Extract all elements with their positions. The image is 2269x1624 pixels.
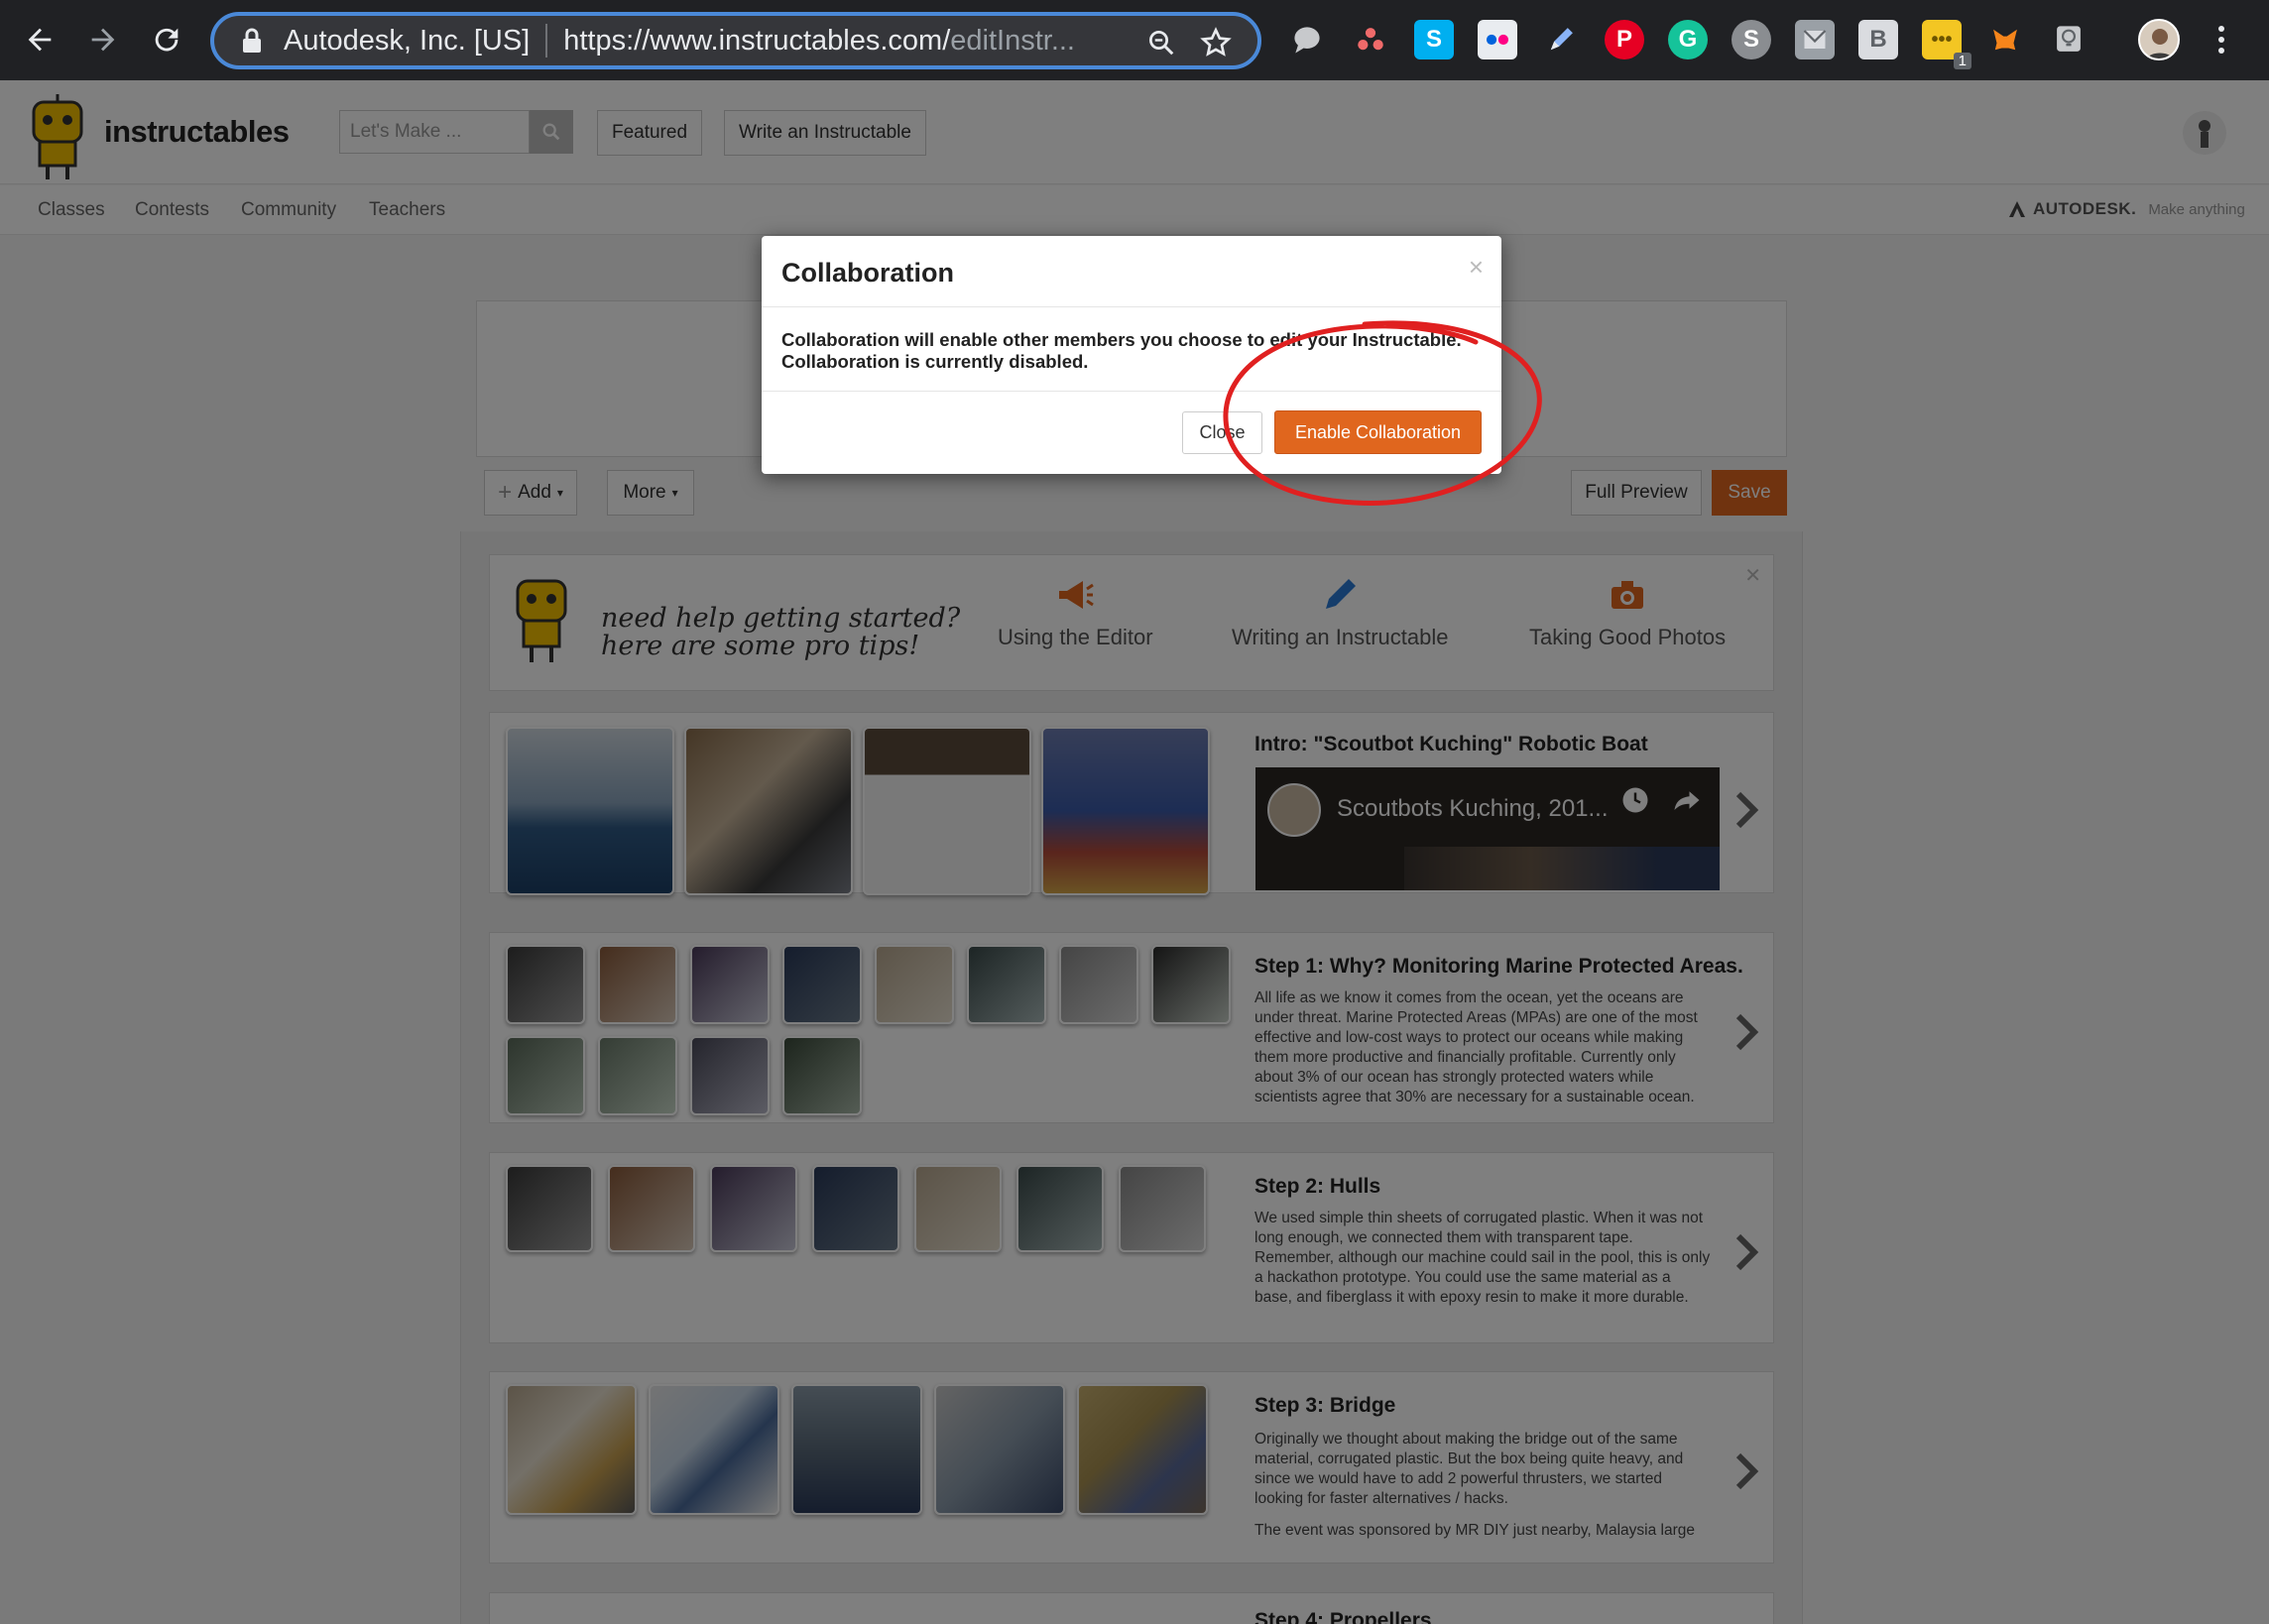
back-arrow-icon <box>28 28 52 52</box>
pinterest-icon[interactable]: P <box>1605 20 1644 59</box>
modal-title: Collaboration <box>781 258 954 288</box>
metamask-fox-icon[interactable] <box>1985 20 2025 59</box>
url-host: https://www.instructables.com/ <box>563 24 951 57</box>
browser-toolbar: Autodesk, Inc. [US] https://www.instruct… <box>0 0 2269 80</box>
lightbulb-icon[interactable] <box>2049 20 2089 59</box>
b-icon[interactable]: B <box>1858 20 1898 59</box>
grammarly-icon[interactable]: G <box>1668 20 1708 59</box>
collaboration-modal: Collaboration × Collaboration will enabl… <box>762 236 1501 474</box>
flickr-icon[interactable] <box>1478 20 1517 59</box>
lock-icon <box>243 28 261 53</box>
site-identity: Autodesk, Inc. [US] <box>284 24 531 57</box>
modal-divider <box>762 306 1501 307</box>
modal-divider <box>762 391 1501 392</box>
reload-icon <box>155 28 179 52</box>
zoom-icon[interactable] <box>1146 28 1176 58</box>
back-button[interactable] <box>14 14 65 65</box>
enable-collaboration-button[interactable]: Enable Collaboration <box>1274 410 1482 454</box>
pen-icon[interactable] <box>1541 20 1581 59</box>
notification-badge: 1 <box>1953 53 1971 69</box>
sticky-note-icon[interactable]: ••• 1 <box>1922 20 1971 69</box>
forward-button[interactable] <box>77 14 129 65</box>
reload-button[interactable] <box>141 14 192 65</box>
url-text: https://www.instructables.com/editInstr.… <box>563 25 1075 58</box>
browser-menu-icon[interactable] <box>2209 22 2233 58</box>
address-bar[interactable]: Autodesk, Inc. [US] https://www.instruct… <box>210 12 1261 69</box>
asana-icon[interactable] <box>1351 20 1390 59</box>
modal-body-line2: Collaboration is currently disabled. <box>781 351 1089 372</box>
profile-avatar[interactable] <box>2138 19 2180 60</box>
skype-grey-icon[interactable]: S <box>1732 20 1771 59</box>
skype-icon[interactable]: S <box>1414 20 1454 59</box>
modal-body-line1: Collaboration will enable other members … <box>781 329 1462 350</box>
close-icon[interactable]: × <box>1469 254 1484 280</box>
modal-body: Collaboration will enable other members … <box>781 329 1495 373</box>
bookmark-star-icon[interactable] <box>1200 27 1232 58</box>
inbox-icon[interactable] <box>1795 20 1835 59</box>
address-separator <box>545 24 548 58</box>
close-button[interactable]: Close <box>1182 411 1262 454</box>
url-path: editInstr... <box>950 24 1075 57</box>
forward-arrow-icon <box>91 28 115 52</box>
chat-bubble-icon[interactable] <box>1287 20 1327 59</box>
